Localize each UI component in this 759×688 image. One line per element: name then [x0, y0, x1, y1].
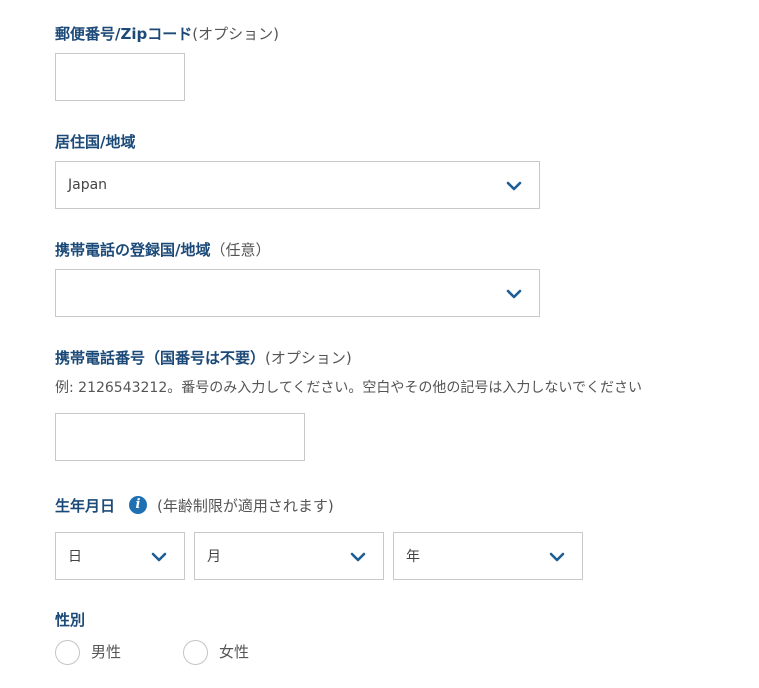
phone-country-label-text: 携帯電話の登録国/地域 — [55, 241, 211, 259]
phone-number-label: 携帯電話番号（国番号は不要）(オプション) — [55, 348, 352, 368]
residence-value: Japan — [68, 177, 108, 193]
postal-code-label: 郵便番号/Zipコード(オプション) — [55, 24, 279, 44]
residence-label: 居住国/地域 — [55, 132, 135, 152]
phone-number-hint: 例: 2126543212。番号のみ入力してください。空白やその他の記号は入力し… — [55, 380, 642, 396]
residence-select[interactable]: Japan — [55, 161, 540, 209]
phone-country-select[interactable] — [55, 269, 540, 317]
residence-label-text: 居住国/地域 — [55, 133, 136, 151]
info-icon[interactable]: i — [129, 496, 147, 514]
postal-code-label-text: 郵便番号/Zipコード — [55, 25, 193, 43]
gender-male-label[interactable]: 男性 — [91, 642, 121, 662]
gender-female-label[interactable]: 女性 — [219, 642, 249, 662]
birthdate-label-text: 生年月日 — [55, 497, 116, 515]
phone-country-label: 携帯電話の登録国/地域（任意） — [55, 240, 271, 260]
birth-month-placeholder: 月 — [207, 549, 221, 565]
birth-day-placeholder: 日 — [68, 549, 82, 565]
chevron-down-icon — [151, 552, 167, 562]
birthdate-note-text: (年齢制限が適用されます) — [157, 497, 334, 515]
birthdate-label: 生年月日 — [55, 496, 115, 516]
postal-code-optional: (オプション) — [192, 25, 279, 43]
phone-number-label-text: 携帯電話番号（国番号は不要） — [55, 349, 266, 367]
birth-year-select[interactable]: 年 — [393, 532, 583, 580]
birthdate-note: (年齢制限が適用されます) — [157, 496, 334, 516]
phone-number-input[interactable] — [55, 413, 305, 461]
postal-code-input[interactable] — [55, 53, 185, 101]
gender-female-radio[interactable] — [183, 640, 208, 665]
gender-male-radio[interactable] — [55, 640, 80, 665]
chevron-down-icon — [350, 552, 366, 562]
gender-label-text: 性別 — [55, 611, 86, 629]
chevron-down-icon — [549, 552, 565, 562]
chevron-down-icon — [506, 289, 522, 299]
birth-year-placeholder: 年 — [406, 549, 420, 565]
birth-day-select[interactable]: 日 — [55, 532, 185, 580]
phone-number-optional: (オプション) — [265, 349, 352, 367]
phone-country-optional: （任意） — [210, 241, 271, 259]
gender-label: 性別 — [55, 610, 85, 630]
birth-month-select[interactable]: 月 — [194, 532, 384, 580]
chevron-down-icon — [506, 181, 522, 191]
